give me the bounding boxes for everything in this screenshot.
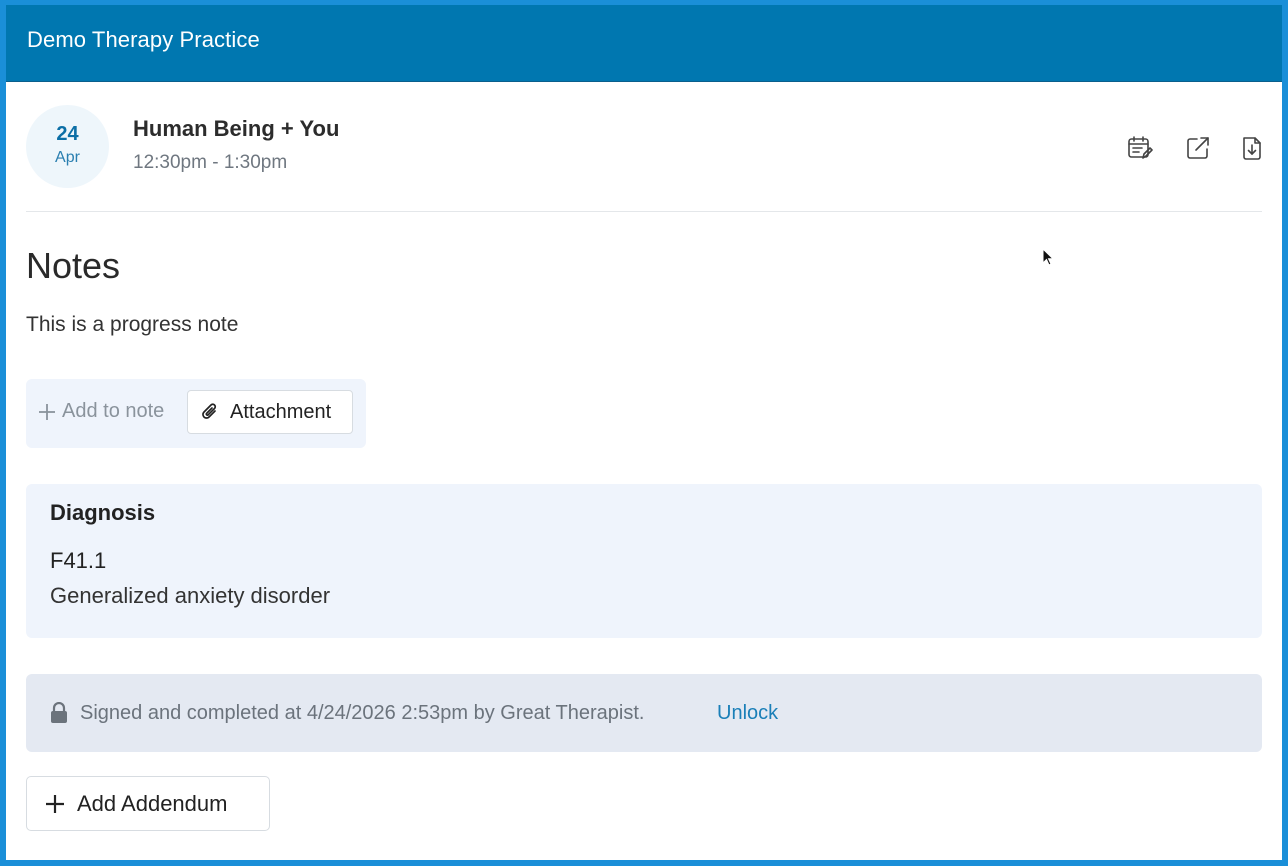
plus-icon: [46, 794, 64, 813]
paperclip-icon: [202, 403, 216, 419]
add-addendum-button[interactable]: Add Addendum: [26, 776, 270, 831]
notes-heading: Notes: [26, 245, 121, 286]
mouse-pointer-icon: [1042, 248, 1055, 266]
session-time: 12:30pm - 1:30pm: [133, 152, 288, 173]
session-day: 24: [56, 123, 79, 145]
diagnosis-label: Diagnosis: [50, 500, 156, 525]
app-header: Demo Therapy Practice: [6, 5, 1282, 82]
calendar-edit-icon[interactable]: [1125, 133, 1155, 163]
unlock-link[interactable]: Unlock: [717, 702, 778, 725]
signature-status-panel: Signed and completed at 4/24/2026 2:53pm…: [26, 674, 1262, 752]
add-to-note-label: Add to note: [62, 400, 165, 422]
diagnosis-panel: Diagnosis F41.1 Generalized anxiety diso…: [26, 484, 1262, 638]
download-file-icon[interactable]: [1237, 133, 1267, 163]
add-to-note-button[interactable]: Add to note: [38, 400, 164, 423]
lock-icon: [51, 702, 67, 723]
header-divider: [26, 211, 1262, 212]
app-window: Demo Therapy Practice 24 Apr Human Being…: [0, 0, 1288, 866]
signature-text: Signed and completed at 4/24/2026 2:53pm…: [80, 702, 645, 724]
plus-icon: [39, 403, 55, 420]
diagnosis-code: F41.1: [50, 548, 107, 573]
attachment-label: Attachment: [230, 400, 332, 423]
session-date-badge: 24 Apr: [26, 105, 109, 188]
add-addendum-label: Add Addendum: [77, 790, 228, 816]
add-to-note-bar: Add to note Attachment: [26, 379, 366, 448]
diagnosis-description: Generalized anxiety disorder: [50, 583, 331, 608]
app-title: Demo Therapy Practice: [27, 27, 260, 52]
external-link-icon[interactable]: [1183, 133, 1213, 163]
session-title: Human Being + You: [133, 116, 340, 141]
attachment-button[interactable]: Attachment: [187, 390, 353, 434]
note-text: This is a progress note: [26, 313, 239, 336]
session-month: Apr: [55, 149, 80, 166]
